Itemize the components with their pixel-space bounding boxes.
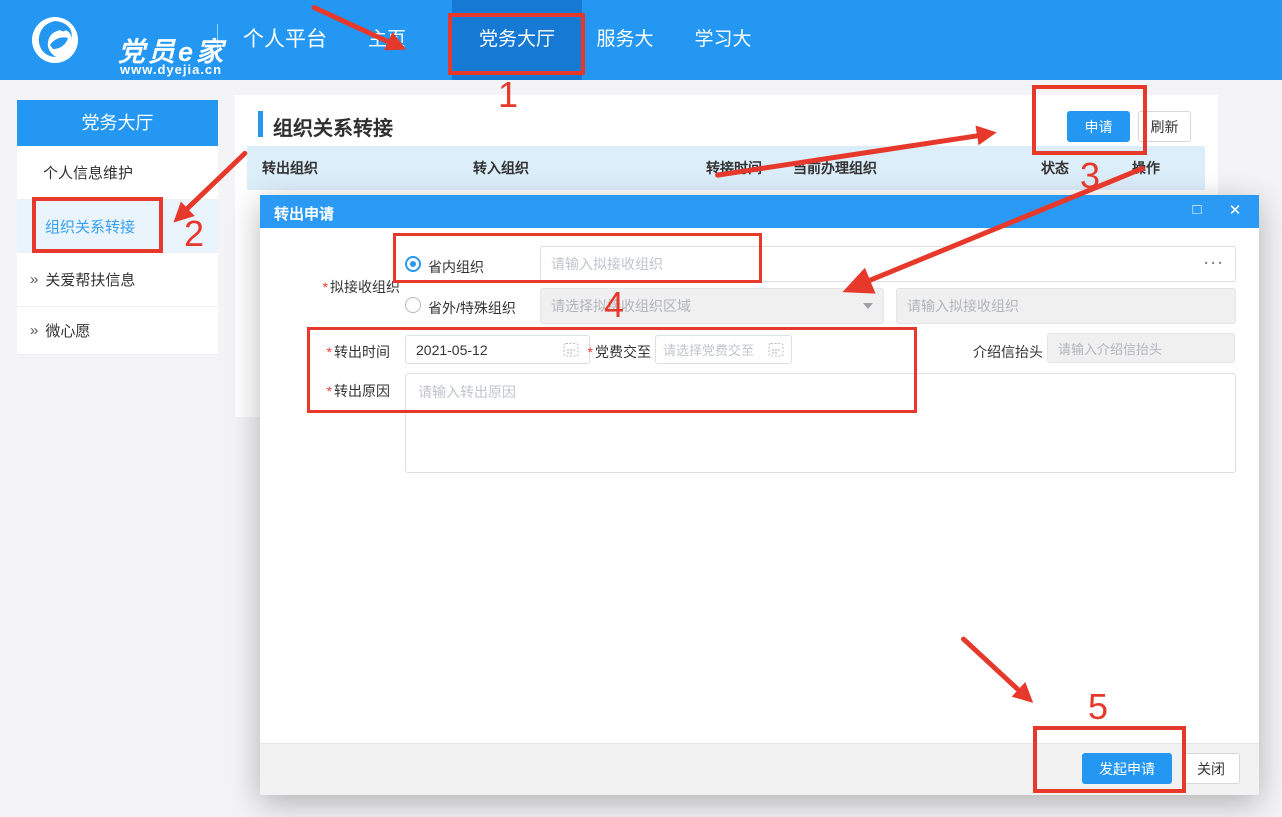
sidebar-item-micro-wish[interactable]: » 微心愿 xyxy=(17,307,218,355)
submit-application-button[interactable]: 发起申请 xyxy=(1082,753,1172,784)
out-province-org-placeholder: 请输入拟接收组织 xyxy=(907,296,1225,316)
radio-in-province-label[interactable]: 省内组织 xyxy=(428,257,484,277)
sidebar-item-label: 关爱帮扶信息 xyxy=(45,269,135,290)
nav-divider xyxy=(217,24,218,58)
chevron-right-icon: » xyxy=(30,322,38,339)
brand-url: www.dyejia.cn xyxy=(120,62,222,77)
radio-out-province-label[interactable]: 省外/特殊组织 xyxy=(428,298,516,318)
page: 党员e家 www.dyejia.cn 个人平台 主页 党务大厅 服务大厅 学习大… xyxy=(0,0,1282,817)
col-transfer-out-org: 转出组织 xyxy=(262,146,318,190)
sidebar: 党务大厅 个人信息维护 组织关系转接 » 关爱帮扶信息 » 微心愿 xyxy=(17,100,218,355)
receiving-org-placeholder: 请输入拟接收组织 xyxy=(551,254,1204,274)
transfer-out-modal: 转出申请 □ ✕ *拟接收组织 省内组织 请输入拟接收组织 ··· 省外/特殊组… xyxy=(260,195,1259,795)
nav-item-party-hall[interactable]: 党务大厅 xyxy=(452,0,582,80)
receiving-org-input[interactable]: 请输入拟接收组织 ··· xyxy=(540,246,1236,282)
col-current-handling-org: 当前办理组织 xyxy=(793,146,877,190)
col-status: 状态 xyxy=(1041,146,1069,190)
calendar-icon xyxy=(768,342,784,357)
top-nav-bar: 党员e家 www.dyejia.cn 个人平台 主页 党务大厅 服务大厅 学习大… xyxy=(0,0,1282,80)
reason-placeholder: 请输入转出原因 xyxy=(418,384,516,400)
brand-logo[interactable]: 党员e家 www.dyejia.cn xyxy=(30,16,230,64)
reason-textarea[interactable]: 请输入转出原因 xyxy=(405,373,1236,473)
nav-item-study-hall[interactable]: 学习大厅 xyxy=(686,0,760,80)
radio-in-province[interactable] xyxy=(405,256,421,272)
region-select-placeholder: 请选择拟接收组织区域 xyxy=(551,296,863,316)
col-transfer-time: 转接时间 xyxy=(706,146,762,190)
sidebar-item-care-support[interactable]: » 关爱帮扶信息 xyxy=(17,253,218,307)
refresh-button[interactable]: 刷新 xyxy=(1138,111,1191,142)
sidebar-title: 党务大厅 xyxy=(17,100,218,146)
title-accent-bar xyxy=(258,111,263,137)
modal-title: 转出申请 xyxy=(274,203,334,224)
chevron-right-icon: » xyxy=(30,271,38,288)
letter-title-placeholder: 请输入介绍信抬头 xyxy=(1058,339,1224,358)
required-mark: * xyxy=(327,344,332,360)
dropdown-caret-icon xyxy=(863,303,873,309)
required-mark: * xyxy=(323,279,328,295)
col-actions: 操作 xyxy=(1132,146,1160,190)
letter-title-input[interactable]: 请输入介绍信抬头 xyxy=(1047,333,1235,363)
transfer-date-label: *转出时间 xyxy=(316,342,390,362)
sidebar-item-label: 个人信息维护 xyxy=(43,162,133,183)
out-province-org-input[interactable]: 请输入拟接收组织 xyxy=(896,288,1236,324)
required-mark: * xyxy=(327,383,332,399)
modal-header[interactable]: 转出申请 □ ✕ xyxy=(260,195,1259,228)
logo-swirl-icon xyxy=(30,15,82,65)
close-button[interactable]: 关闭 xyxy=(1182,753,1240,784)
close-icon[interactable]: ✕ xyxy=(1225,201,1245,219)
required-mark: * xyxy=(588,344,593,360)
fee-paid-until-input[interactable]: 请选择党费交至 xyxy=(655,335,792,364)
org-picker-ellipsis-icon[interactable]: ··· xyxy=(1204,259,1225,269)
sidebar-item-personal-info[interactable]: 个人信息维护 xyxy=(17,146,218,200)
receiving-org-label: *拟接收组织 xyxy=(316,277,400,297)
sidebar-item-label: 微心愿 xyxy=(45,320,90,341)
transfer-date-value: 2021-05-12 xyxy=(416,342,563,358)
reason-label: *转出原因 xyxy=(316,381,390,401)
page-title: 组织关系转接 xyxy=(273,112,393,141)
apply-button[interactable]: 申请 xyxy=(1067,111,1130,142)
transfer-date-input[interactable]: 2021-05-12 xyxy=(405,335,590,364)
nav-item-personal-platform[interactable]: 个人平台 xyxy=(228,0,342,80)
sidebar-item-org-transfer[interactable]: 组织关系转接 xyxy=(17,200,218,253)
col-transfer-in-org: 转入组织 xyxy=(473,146,529,190)
nav-item-service-hall[interactable]: 服务大厅 xyxy=(588,0,662,80)
nav-item-home[interactable]: 主页 xyxy=(357,0,417,80)
letter-title-label: 介绍信抬头 xyxy=(960,342,1043,362)
region-select[interactable]: 请选择拟接收组织区域 xyxy=(540,288,884,324)
modal-footer: 发起申请 关闭 xyxy=(260,743,1259,795)
maximize-icon[interactable]: □ xyxy=(1187,201,1207,218)
table-header-row: 转出组织 转入组织 转接时间 当前办理组织 状态 操作 xyxy=(247,146,1205,190)
fee-paid-until-placeholder: 请选择党费交至 xyxy=(663,340,768,359)
fee-paid-until-label: *党费交至 xyxy=(575,342,651,362)
radio-out-province[interactable] xyxy=(405,297,421,313)
sidebar-item-label: 组织关系转接 xyxy=(45,216,135,237)
